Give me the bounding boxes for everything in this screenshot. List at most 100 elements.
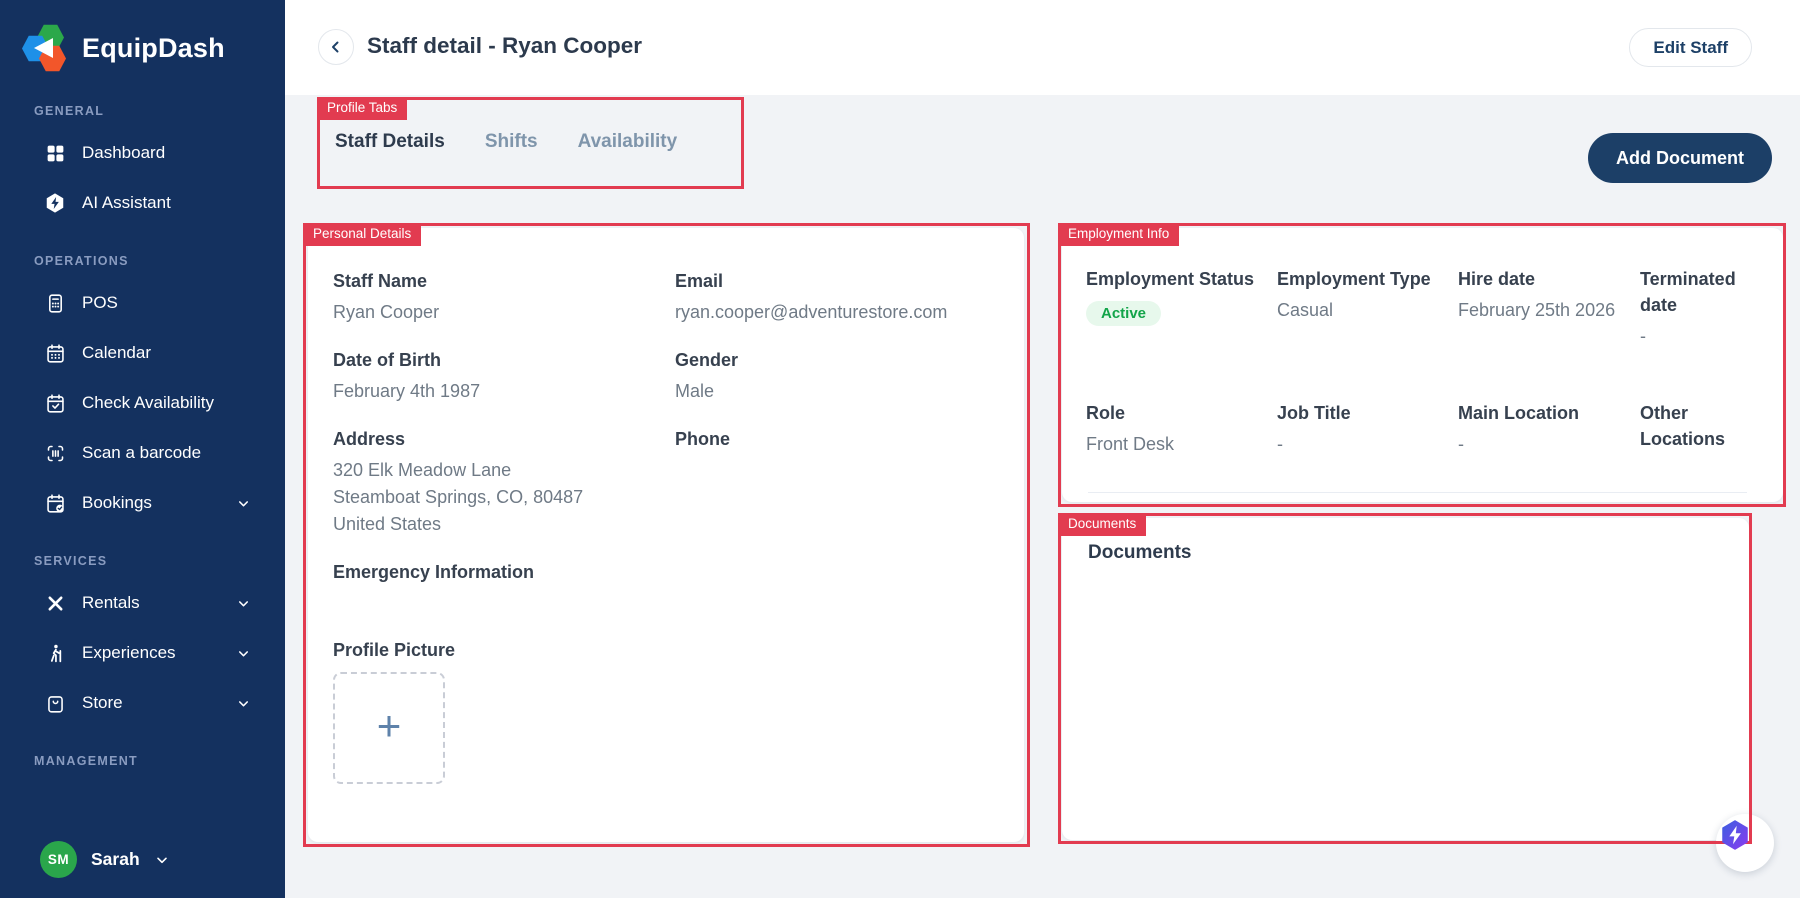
- profile-tabs: Staff Details Shifts Availability: [317, 97, 695, 189]
- field-emergency-information: Emergency Information: [333, 559, 675, 585]
- back-button[interactable]: [318, 29, 354, 65]
- field-value: Casual: [1277, 300, 1334, 321]
- sidebar-item-dashboard[interactable]: Dashboard: [0, 128, 285, 178]
- crossed-skis-icon: [44, 592, 66, 614]
- brand-logo[interactable]: EquipDash: [22, 24, 225, 72]
- field-value: [675, 457, 996, 467]
- field-role: Role Front Desk: [1086, 400, 1277, 503]
- tab-availability[interactable]: Availability: [560, 97, 696, 189]
- plus-icon: +: [376, 702, 402, 750]
- app-root: EquipDash GENERAL Dashboard AI Assistant…: [0, 0, 1800, 898]
- nav-section-general: GENERAL: [34, 104, 105, 118]
- field-hire-date: Hire date February 25th 2026: [1458, 266, 1640, 386]
- avatar: SM: [40, 841, 77, 878]
- sidebar-item-label: Check Availability: [82, 393, 214, 412]
- shopping-bag-icon: [44, 692, 66, 714]
- card-divider: [1088, 492, 1747, 493]
- sidebar-item-label: POS: [82, 293, 118, 312]
- field-label: Profile Picture: [333, 640, 456, 661]
- brand-name: EquipDash: [82, 32, 225, 63]
- field-label: Address: [333, 429, 406, 450]
- sidebar-item-scan-barcode[interactable]: Scan a barcode: [0, 428, 285, 478]
- chevron-down-icon: [236, 596, 251, 611]
- barcode-scan-icon: [44, 442, 66, 464]
- field-label: Emergency Information: [333, 562, 535, 583]
- field-value: Male: [675, 381, 715, 402]
- field-address: Address 320 Elk Meadow Lane Steamboat Sp…: [333, 426, 675, 538]
- sidebar-item-label: Experiences: [82, 643, 176, 662]
- field-value: -: [1640, 326, 1646, 347]
- sidebar-nav: GENERAL Dashboard AI Assistant OPERATION…: [0, 86, 285, 778]
- sidebar-item-calendar[interactable]: Calendar: [0, 328, 285, 378]
- user-name: Sarah: [91, 849, 140, 869]
- sidebar-item-pos[interactable]: POS: [0, 278, 285, 328]
- field-value: -: [1277, 433, 1283, 454]
- sidebar-item-label: AI Assistant: [82, 193, 171, 212]
- dashboard-icon: [44, 142, 66, 164]
- field-value: Front Desk: [1086, 433, 1175, 454]
- field-label: Email: [675, 271, 724, 291]
- field-label: Employment Status: [1086, 269, 1255, 289]
- field-value: February 25th 2026: [1458, 300, 1616, 321]
- field-label: Main Location: [1458, 402, 1579, 423]
- tab-shifts[interactable]: Shifts: [467, 97, 556, 189]
- field-main-location: Main Location -: [1458, 400, 1640, 503]
- field-phone: Phone: [675, 426, 996, 538]
- field-label: Employment Type: [1277, 269, 1431, 289]
- field-label: Staff Name: [333, 271, 428, 291]
- user-menu[interactable]: SM Sarah: [40, 841, 170, 878]
- field-value: ryan.cooper@adventurestore.com: [675, 302, 948, 323]
- field-label: Date of Birth: [333, 350, 441, 371]
- sidebar-item-bookings[interactable]: Bookings: [0, 478, 285, 528]
- field-employment-type: Employment Type Casual: [1277, 266, 1458, 386]
- field-value: -: [1458, 433, 1464, 454]
- documents-card: Documents: [1062, 518, 1749, 840]
- field-profile-picture: Profile Picture +: [333, 637, 675, 785]
- ai-chat-bolt-icon[interactable]: [1718, 818, 1752, 852]
- field-label: Other Locations: [1640, 402, 1726, 449]
- chevron-down-icon: [236, 496, 251, 511]
- sidebar-item-label: Dashboard: [82, 143, 166, 162]
- sidebar-item-check-availability[interactable]: Check Availability: [0, 378, 285, 428]
- edit-staff-button[interactable]: Edit Staff: [1629, 28, 1752, 67]
- hiker-icon: [44, 642, 66, 664]
- nav-section-management: MANAGEMENT: [34, 754, 138, 768]
- field-value: Ryan Cooper: [333, 302, 440, 323]
- calendar-check-icon: [44, 392, 66, 414]
- tab-staff-details[interactable]: Staff Details: [317, 97, 463, 189]
- chevron-down-icon: [236, 696, 251, 711]
- sidebar-item-label: Rentals: [82, 593, 140, 612]
- pos-terminal-icon: [44, 292, 66, 314]
- profile-picture-upload[interactable]: +: [333, 672, 445, 785]
- documents-title: Documents: [1088, 542, 1192, 563]
- field-email: Email ryan.cooper@adventurestore.com: [675, 268, 996, 326]
- field-label: Terminated date: [1640, 269, 1736, 316]
- personal-details-card: Staff Name Ryan Cooper Email ryan.cooper…: [308, 228, 1024, 842]
- field-employment-status: Employment Status Active: [1086, 266, 1277, 386]
- field-value: February 4th 1987: [333, 381, 481, 402]
- page-title: Staff detail - Ryan Cooper: [367, 33, 643, 58]
- sidebar-item-label: Bookings: [82, 493, 152, 512]
- field-label: Gender: [675, 350, 739, 371]
- field-value: [1640, 457, 1743, 467]
- sidebar-item-label: Calendar: [82, 343, 151, 362]
- nav-section-operations: OPERATIONS: [34, 254, 129, 268]
- field-label: Hire date: [1458, 269, 1536, 289]
- ai-assistant-icon: [44, 192, 66, 214]
- field-label: Role: [1086, 402, 1126, 423]
- sidebar-item-store[interactable]: Store: [0, 678, 285, 728]
- sidebar-item-label: Scan a barcode: [82, 443, 202, 462]
- equipdash-logo-icon: [22, 24, 70, 72]
- sidebar-item-experiences[interactable]: Experiences: [0, 628, 285, 678]
- employment-info-card: Employment Status Active Employment Type…: [1062, 228, 1783, 502]
- field-label: Phone: [675, 429, 731, 450]
- sidebar-item-label: Store: [82, 693, 123, 712]
- status-badge: Active: [1086, 301, 1162, 327]
- page-header: Staff detail - Ryan Cooper Edit Staff: [285, 0, 1800, 95]
- field-other-locations: Other Locations: [1640, 400, 1755, 503]
- field-staff-name: Staff Name Ryan Cooper: [333, 268, 675, 326]
- add-document-button[interactable]: Add Document: [1588, 133, 1772, 183]
- sidebar-item-rentals[interactable]: Rentals: [0, 578, 285, 628]
- sidebar-item-ai-assistant[interactable]: AI Assistant: [0, 178, 285, 228]
- nav-section-services: SERVICES: [34, 554, 108, 568]
